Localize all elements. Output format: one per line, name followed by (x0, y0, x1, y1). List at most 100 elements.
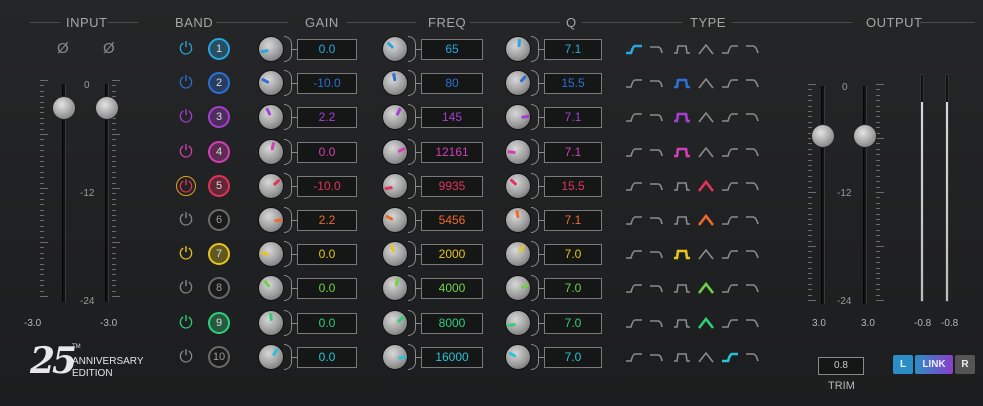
high-cut-icon[interactable] (649, 76, 667, 90)
low-cut-icon[interactable] (745, 281, 763, 295)
band-power-icon[interactable]: ⏻ (176, 278, 196, 298)
gain-value-field[interactable]: -10.0 (297, 73, 357, 95)
bandpass-icon[interactable] (673, 110, 691, 124)
peak-icon[interactable] (697, 316, 715, 330)
peak-icon[interactable] (697, 145, 715, 159)
high-shelf-icon[interactable] (721, 316, 739, 330)
output-fader-right-knob[interactable] (853, 124, 877, 148)
low-shelf-icon[interactable] (625, 145, 643, 159)
gain-knob[interactable] (258, 70, 284, 97)
high-cut-icon[interactable] (649, 213, 667, 227)
q-knob[interactable] (505, 343, 531, 370)
band-power-icon[interactable]: ⏻ (176, 107, 196, 127)
gain-value-field[interactable]: 0.0 (297, 39, 357, 60)
high-shelf-icon[interactable] (721, 42, 739, 56)
q-value-field[interactable]: 7.0 (544, 278, 602, 300)
output-fader-left-knob[interactable] (811, 124, 835, 148)
input-fader-left-knob[interactable] (52, 96, 76, 120)
gain-knob[interactable] (258, 343, 284, 370)
gain-value-field[interactable]: 0.0 (297, 346, 357, 368)
high-cut-icon[interactable] (649, 110, 667, 124)
q-value-field[interactable]: 7.0 (544, 346, 602, 368)
peak-icon[interactable] (697, 350, 715, 364)
bandpass-icon[interactable] (673, 247, 691, 261)
output-fader-left-track[interactable] (821, 86, 825, 304)
high-cut-icon[interactable] (649, 42, 667, 56)
low-cut-icon[interactable] (745, 76, 763, 90)
peak-icon[interactable] (697, 179, 715, 193)
phase-invert-left-button[interactable]: Ø (57, 40, 69, 57)
q-knob[interactable] (505, 275, 531, 302)
bandpass-icon[interactable] (673, 281, 691, 295)
high-shelf-icon[interactable] (721, 213, 739, 227)
bandpass-icon[interactable] (673, 213, 691, 227)
gain-knob[interactable] (258, 172, 284, 199)
bandpass-icon[interactable] (673, 145, 691, 159)
peak-icon[interactable] (697, 213, 715, 227)
low-cut-icon[interactable] (745, 42, 763, 56)
high-cut-icon[interactable] (649, 247, 667, 261)
peak-icon[interactable] (697, 247, 715, 261)
gain-knob[interactable] (258, 241, 284, 268)
low-cut-icon[interactable] (745, 145, 763, 159)
band-number-button[interactable]: 2 (208, 72, 230, 95)
gain-value-field[interactable]: 0.0 (297, 312, 357, 334)
low-cut-icon[interactable] (745, 179, 763, 193)
band-power-icon[interactable]: ⏻ (176, 39, 196, 59)
q-knob[interactable] (505, 172, 531, 199)
freq-knob[interactable] (382, 36, 408, 62)
gain-value-field[interactable]: -10.0 (297, 175, 357, 197)
q-knob[interactable] (505, 70, 531, 97)
bandpass-icon[interactable] (673, 76, 691, 90)
gain-value-field[interactable]: 2.2 (297, 210, 357, 231)
band-power-icon[interactable]: ⏻ (176, 175, 196, 196)
q-knob[interactable] (505, 104, 531, 131)
freq-knob[interactable] (382, 172, 408, 199)
freq-value-field[interactable]: 8000 (421, 312, 483, 334)
bandpass-icon[interactable] (673, 42, 691, 56)
band-number-button[interactable]: 10 (208, 345, 230, 368)
high-cut-icon[interactable] (649, 316, 667, 330)
low-shelf-icon[interactable] (625, 213, 643, 227)
low-shelf-icon[interactable] (625, 316, 643, 330)
band-number-button[interactable]: 1 (208, 38, 230, 60)
freq-knob[interactable] (382, 138, 408, 165)
high-shelf-icon[interactable] (721, 110, 739, 124)
channel-link-button[interactable]: LINK (915, 355, 953, 374)
q-knob[interactable] (505, 207, 531, 233)
band-number-button[interactable]: 3 (208, 106, 230, 129)
low-shelf-icon[interactable] (625, 179, 643, 193)
q-value-field[interactable]: 7.1 (544, 210, 602, 231)
band-power-icon[interactable]: ⏻ (176, 313, 196, 333)
low-cut-icon[interactable] (745, 316, 763, 330)
high-cut-icon[interactable] (649, 281, 667, 295)
bandpass-icon[interactable] (673, 316, 691, 330)
freq-value-field[interactable]: 12161 (421, 141, 483, 163)
band-number-button[interactable]: 9 (208, 311, 230, 334)
band-number-button[interactable]: 6 (208, 209, 230, 231)
high-cut-icon[interactable] (649, 145, 667, 159)
q-knob[interactable] (505, 36, 531, 62)
bandpass-icon[interactable] (673, 350, 691, 364)
q-value-field[interactable]: 7.0 (544, 244, 602, 266)
freq-knob[interactable] (382, 207, 408, 233)
freq-value-field[interactable]: 4000 (421, 278, 483, 300)
high-shelf-icon[interactable] (721, 281, 739, 295)
input-fader-right-knob[interactable] (95, 96, 119, 120)
band-power-icon[interactable]: ⏻ (176, 210, 196, 230)
band-number-button[interactable]: 7 (208, 243, 230, 266)
output-fader-right-track[interactable] (863, 86, 867, 304)
gain-knob[interactable] (258, 207, 284, 233)
q-value-field[interactable]: 7.1 (544, 141, 602, 163)
channel-left-button[interactable]: L (893, 355, 913, 374)
q-value-field[interactable]: 15.5 (544, 73, 602, 95)
q-knob[interactable] (505, 241, 531, 268)
freq-value-field[interactable]: 145 (421, 107, 483, 129)
band-number-button[interactable]: 8 (208, 277, 230, 300)
freq-value-field[interactable]: 2000 (421, 244, 483, 266)
high-shelf-icon[interactable] (721, 350, 739, 364)
freq-value-field[interactable]: 65 (421, 39, 483, 60)
freq-value-field[interactable]: 16000 (421, 346, 483, 368)
low-cut-icon[interactable] (745, 247, 763, 261)
band-power-icon[interactable]: ⏻ (176, 244, 196, 264)
